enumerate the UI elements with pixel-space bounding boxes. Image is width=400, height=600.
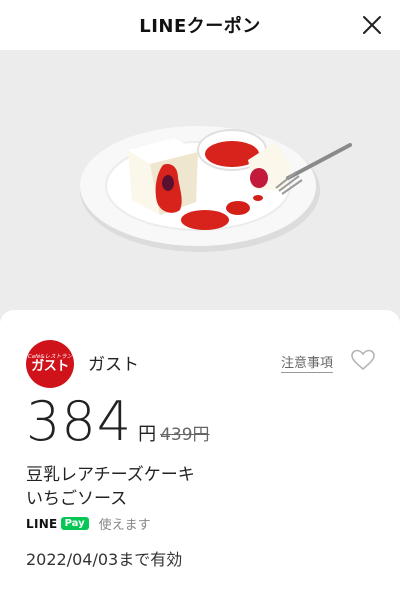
payment-row: LINE Pay 使えます bbox=[26, 514, 151, 534]
price-row: 384 円 439円 bbox=[26, 390, 210, 453]
coupon-card: Café&レストラン ガスト ガスト 注意事項 384 円 439円 豆乳レアチ… bbox=[0, 310, 400, 600]
product-image bbox=[0, 50, 400, 320]
store-logo-name: ガスト bbox=[31, 359, 69, 374]
store-logo: Café&レストラン ガスト bbox=[26, 340, 74, 388]
favorite-button[interactable] bbox=[350, 348, 376, 372]
notes-link[interactable]: 注意事項 bbox=[281, 352, 334, 373]
product-name-line2: いちごソース bbox=[26, 489, 128, 509]
store-name: ガスト bbox=[88, 355, 139, 375]
payment-text: 使えます bbox=[98, 518, 151, 533]
page-title: LINEクーポン bbox=[139, 16, 261, 37]
close-icon bbox=[363, 16, 381, 34]
header-bar: LINEクーポン bbox=[0, 0, 400, 50]
dessert-illustration bbox=[80, 126, 352, 252]
yen-unit: 円 bbox=[138, 424, 157, 445]
expiry-date: 2022/04/03まで有効 bbox=[26, 550, 183, 569]
product-name-line1: 豆乳レアチーズケーキ bbox=[26, 465, 195, 485]
linepay-logo-line: LINE bbox=[26, 516, 58, 531]
close-button[interactable] bbox=[358, 11, 386, 39]
heart-icon bbox=[351, 349, 375, 371]
discount-price: 384 bbox=[26, 390, 133, 453]
original-price: 439円 bbox=[160, 425, 210, 445]
linepay-logo-pay: Pay bbox=[60, 517, 89, 530]
